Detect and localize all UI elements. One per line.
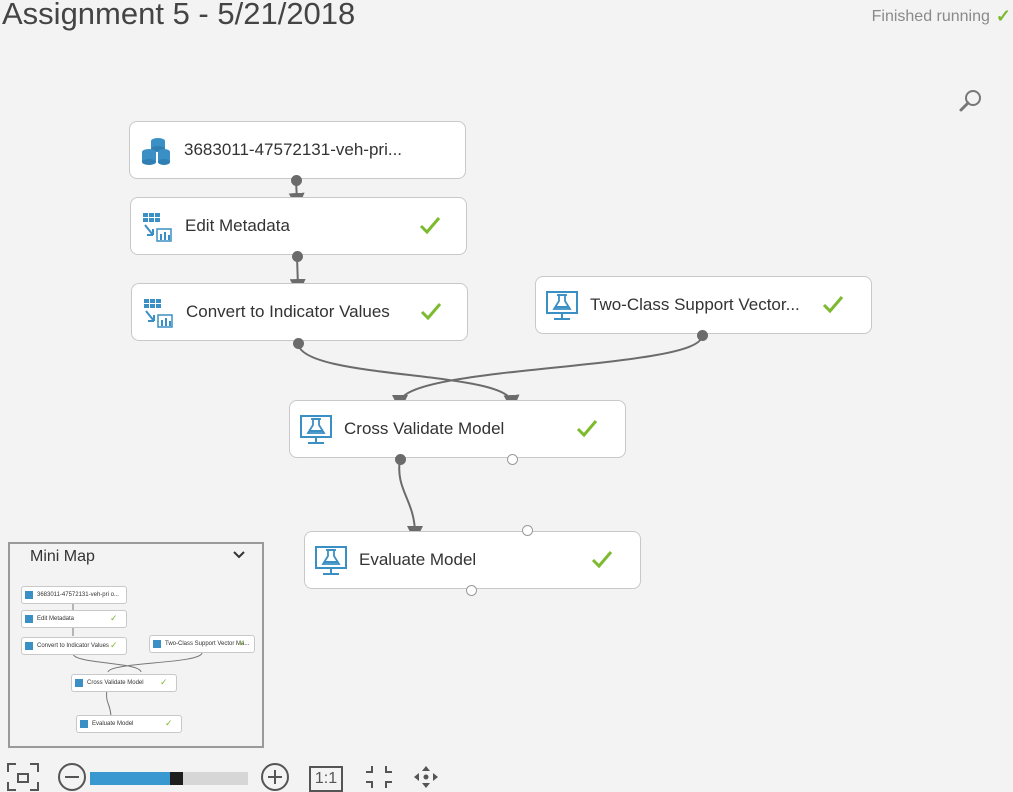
- minimap[interactable]: Mini Map 3683011-47572131-veh-pri o... E…: [8, 542, 264, 748]
- center-icon[interactable]: [362, 762, 396, 792]
- search-icon[interactable]: [958, 88, 984, 114]
- module-two-class-svm[interactable]: Two-Class Support Vector...: [535, 276, 872, 334]
- check-icon: ✓: [238, 638, 246, 648]
- check-icon: [576, 420, 598, 438]
- check-icon: ✓: [160, 677, 168, 687]
- pan-icon[interactable]: [409, 762, 443, 792]
- page-title: Assignment 5 - 5/21/2018: [2, 0, 356, 31]
- actual-size-label: 1:1: [314, 770, 338, 787]
- table-transform-icon: [144, 299, 173, 328]
- run-status: Finished running ✓: [872, 6, 1011, 27]
- zoom-slider-fill: [90, 772, 170, 785]
- minimap-node-cross-validate: Cross Validate Model ✓: [71, 674, 177, 692]
- output-port[interactable]: [697, 330, 708, 341]
- model-flask-icon: [80, 720, 88, 728]
- module-label: Cross Validate Model: [344, 419, 505, 438]
- minimap-node-evaluate: Evaluate Model ✓: [76, 715, 182, 733]
- check-icon: [591, 551, 613, 569]
- minimap-node-label: Convert to Indicator Values: [37, 643, 109, 649]
- output-port[interactable]: [293, 338, 304, 349]
- module-dataset[interactable]: 3683011-47572131-veh-pri...: [129, 121, 466, 179]
- connection-svm-cross: [392, 335, 703, 411]
- zoom-slider[interactable]: [90, 772, 248, 785]
- module-cross-validate-model[interactable]: Cross Validate Model: [289, 400, 626, 458]
- table-transform-icon: [25, 615, 33, 623]
- table-transform-icon: [143, 213, 172, 242]
- model-flask-icon: [546, 291, 578, 320]
- model-flask-icon: [315, 546, 347, 575]
- table-transform-icon: [25, 642, 33, 650]
- zoom-out-icon[interactable]: [55, 762, 89, 792]
- output-port[interactable]: [507, 454, 518, 465]
- check-icon: ✓: [110, 640, 118, 650]
- module-label: Two-Class Support Vector...: [590, 295, 800, 314]
- fit-to-screen-icon[interactable]: [6, 762, 40, 792]
- minimap-node-label: Two-Class Support Vector Ma...: [165, 641, 250, 647]
- model-flask-icon: [153, 640, 161, 648]
- minimap-node-dataset: 3683011-47572131-veh-pri o...: [21, 586, 127, 604]
- output-port[interactable]: [466, 585, 477, 596]
- minimap-node-convert: Convert to Indicator Values ✓: [21, 637, 127, 655]
- output-port[interactable]: [395, 454, 406, 465]
- zoom-slider-thumb[interactable]: [170, 772, 183, 785]
- dataset-icon: [25, 591, 33, 599]
- output-port[interactable]: [292, 251, 303, 262]
- input-port[interactable]: [522, 525, 533, 536]
- check-icon: ✓: [995, 6, 1011, 26]
- output-port[interactable]: [291, 175, 302, 186]
- module-edit-metadata[interactable]: Edit Metadata: [130, 197, 467, 255]
- check-icon: [420, 303, 442, 321]
- check-icon: [822, 296, 844, 314]
- minimap-node-edit-metadata: Edit Metadata ✓: [21, 610, 127, 628]
- module-evaluate-model[interactable]: Evaluate Model: [304, 531, 641, 589]
- check-icon: ✓: [165, 718, 173, 728]
- model-flask-icon: [300, 415, 332, 444]
- actual-size-button[interactable]: 1:1: [309, 766, 343, 792]
- module-label: 3683011-47572131-veh-pri...: [184, 140, 403, 159]
- dataset-icon: [142, 138, 170, 165]
- module-label: Convert to Indicator Values: [186, 302, 390, 321]
- minimap-node-label: Edit Metadata: [37, 616, 75, 622]
- model-flask-icon: [75, 679, 83, 687]
- connection-cross-evaluate: [398, 458, 423, 542]
- module-label: Evaluate Model: [359, 550, 477, 569]
- minimap-node-svm: Two-Class Support Vector Ma... ✓: [149, 635, 255, 653]
- module-label: Edit Metadata: [185, 216, 290, 235]
- minimap-node-label: Evaluate Model: [92, 721, 134, 727]
- run-status-text: Finished running: [871, 7, 990, 25]
- check-icon: [419, 217, 441, 235]
- module-convert-indicator-values[interactable]: Convert to Indicator Values: [131, 283, 468, 341]
- zoom-in-icon[interactable]: [258, 762, 292, 792]
- check-icon: ✓: [110, 613, 118, 623]
- minimap-node-label: 3683011-47572131-veh-pri o...: [37, 592, 119, 598]
- connection-convert-cross: [297, 342, 520, 411]
- minimap-node-label: Cross Validate Model: [87, 680, 144, 686]
